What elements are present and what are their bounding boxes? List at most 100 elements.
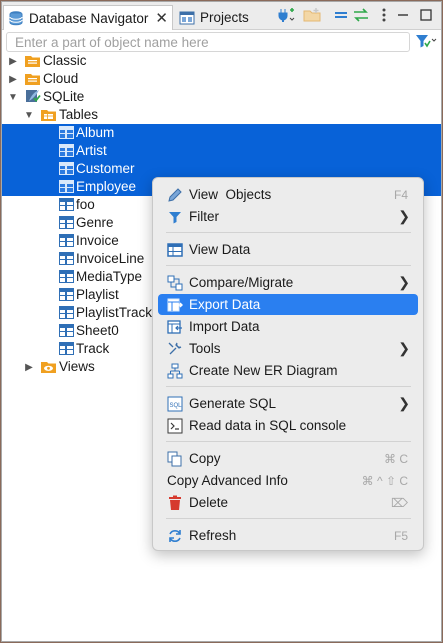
collapse-icon <box>333 9 349 24</box>
menu-item-copy[interactable]: Copy ⌘ C <box>158 448 418 469</box>
menu-item-view-objects[interactable]: View Objects F4 <box>158 184 418 205</box>
table-icon <box>59 144 74 157</box>
tree-item-label: InvoiceLine <box>76 251 145 266</box>
link-with-editor-button[interactable] <box>352 7 370 25</box>
table-icon <box>59 252 74 265</box>
menu-item-filter[interactable]: Filter ❯ <box>158 206 418 227</box>
menu-item-compare-migrate[interactable]: Compare/Migrate ❯ <box>158 272 418 293</box>
projects-icon <box>179 10 195 26</box>
menu-item-refresh[interactable]: Refresh F5 <box>158 525 418 546</box>
menu-separator <box>166 441 411 442</box>
refresh-icon <box>167 528 183 544</box>
filter-options-button[interactable] <box>415 33 439 51</box>
tree-item-label: Views <box>59 359 95 374</box>
new-folder-button[interactable] <box>302 7 322 25</box>
sql-console-icon <box>167 418 183 434</box>
tab-bar: Database Navigator ✕ Projects <box>2 2 441 30</box>
tab-label: Projects <box>200 10 249 25</box>
chevron-right-icon: ❯ <box>398 395 410 411</box>
tools-icon <box>167 341 183 357</box>
chevron-right-icon: ❯ <box>398 208 410 224</box>
tree-item-label: Cloud <box>43 71 79 86</box>
menu-separator <box>166 232 411 233</box>
tree-item-table[interactable]: Customer <box>2 160 441 178</box>
tree-item-tables-folder[interactable]: ▼ Tables <box>2 106 441 124</box>
collapse-arrow-icon[interactable]: ▼ <box>8 88 18 106</box>
tree-item-sqlite[interactable]: ▼ SQLite <box>2 88 441 106</box>
more-vertical-icon <box>382 8 386 25</box>
tree-item-cloud[interactable]: ▶ Cloud <box>2 70 441 88</box>
tree-item-label: Genre <box>76 215 114 230</box>
tab-database-navigator[interactable]: Database Navigator ✕ <box>3 5 173 30</box>
generate-sql-icon: SQL <box>167 396 183 412</box>
tree-item-table[interactable]: Artist <box>2 142 441 160</box>
new-connection-button[interactable] <box>275 7 297 25</box>
delete-icon <box>167 495 183 511</box>
filter-icon <box>167 209 183 225</box>
maximize-button[interactable] <box>418 7 434 25</box>
tree-item-label: Invoice <box>76 233 119 248</box>
table-icon <box>59 198 74 211</box>
collapse-arrow-icon[interactable]: ▼ <box>24 106 34 124</box>
tree-item-label: MediaType <box>76 269 143 284</box>
tree-item-label: Customer <box>76 161 135 176</box>
plug-plus-icon <box>276 7 296 26</box>
connection-folder-icon <box>25 54 40 67</box>
view-objects-icon <box>167 187 183 203</box>
object-filter-input[interactable] <box>6 32 410 52</box>
menu-item-copy-advanced-info[interactable]: Copy Advanced Info ⌘ ^ ⇧ C <box>158 470 418 491</box>
view-data-icon <box>167 242 183 258</box>
database-navigator-icon <box>8 10 24 26</box>
expand-arrow-icon[interactable]: ▶ <box>8 70 18 88</box>
table-icon <box>59 126 74 139</box>
menu-item-delete[interactable]: Delete ⌦ <box>158 492 418 513</box>
tree-item-label: Tables <box>59 107 99 122</box>
close-icon[interactable]: ✕ <box>155 9 168 27</box>
er-diagram-icon <box>167 363 183 379</box>
compare-migrate-icon <box>167 275 183 291</box>
tree-item-table[interactable]: Album <box>2 124 441 142</box>
tab-label: Database Navigator <box>29 10 149 26</box>
table-icon <box>59 324 74 337</box>
table-icon <box>59 288 74 301</box>
menu-separator <box>166 386 411 387</box>
tab-projects[interactable]: Projects <box>175 5 265 30</box>
collapse-all-button[interactable] <box>332 7 350 25</box>
sync-arrows-icon <box>352 7 370 25</box>
menu-item-export-data[interactable]: Export Data <box>158 294 418 315</box>
tables-folder-icon <box>41 108 56 121</box>
tree-item-label: foo <box>76 197 95 212</box>
views-folder-icon <box>41 360 56 373</box>
svg-text:SQL: SQL <box>170 403 183 409</box>
expand-arrow-icon[interactable]: ▶ <box>8 52 18 70</box>
table-icon <box>59 180 74 193</box>
database-navigator-panel: Database Navigator ✕ Projects Enter a pa… <box>1 1 442 642</box>
tree-item-label: Album <box>76 125 115 140</box>
minimize-button[interactable] <box>395 7 411 25</box>
table-icon <box>59 216 74 229</box>
menu-item-tools[interactable]: Tools ❯ <box>158 338 418 359</box>
table-icon <box>59 162 74 175</box>
menu-item-view-data[interactable]: View Data <box>158 239 418 260</box>
menu-item-generate-sql[interactable]: SQL Generate SQL ❯ <box>158 393 418 414</box>
tree-item-label: Employee <box>76 179 137 194</box>
menu-item-create-er-diagram[interactable]: Create New ER Diagram <box>158 360 418 381</box>
menu-item-read-sql-console[interactable]: Read data in SQL console <box>158 415 418 436</box>
menu-item-import-data[interactable]: Import Data <box>158 316 418 337</box>
import-data-icon <box>167 319 183 335</box>
expand-arrow-icon[interactable]: ▶ <box>24 358 34 376</box>
tree-item-label: PlaylistTrack <box>76 305 153 320</box>
tree-item-label: Artist <box>76 143 107 158</box>
tree-item-label: Track <box>76 341 110 356</box>
table-icon <box>59 270 74 283</box>
view-menu-button[interactable] <box>377 7 391 25</box>
menu-separator <box>166 265 411 266</box>
table-icon <box>59 342 74 355</box>
folder-plus-icon <box>303 7 321 26</box>
tree-item-label: Classic <box>43 53 87 68</box>
table-icon <box>59 306 74 319</box>
context-menu: View Objects F4 Filter ❯ View Data Compa… <box>152 177 424 551</box>
tree-item-classic[interactable]: ▶ Classic <box>2 52 441 70</box>
funnel-icon <box>415 33 437 52</box>
menu-separator <box>166 518 411 519</box>
